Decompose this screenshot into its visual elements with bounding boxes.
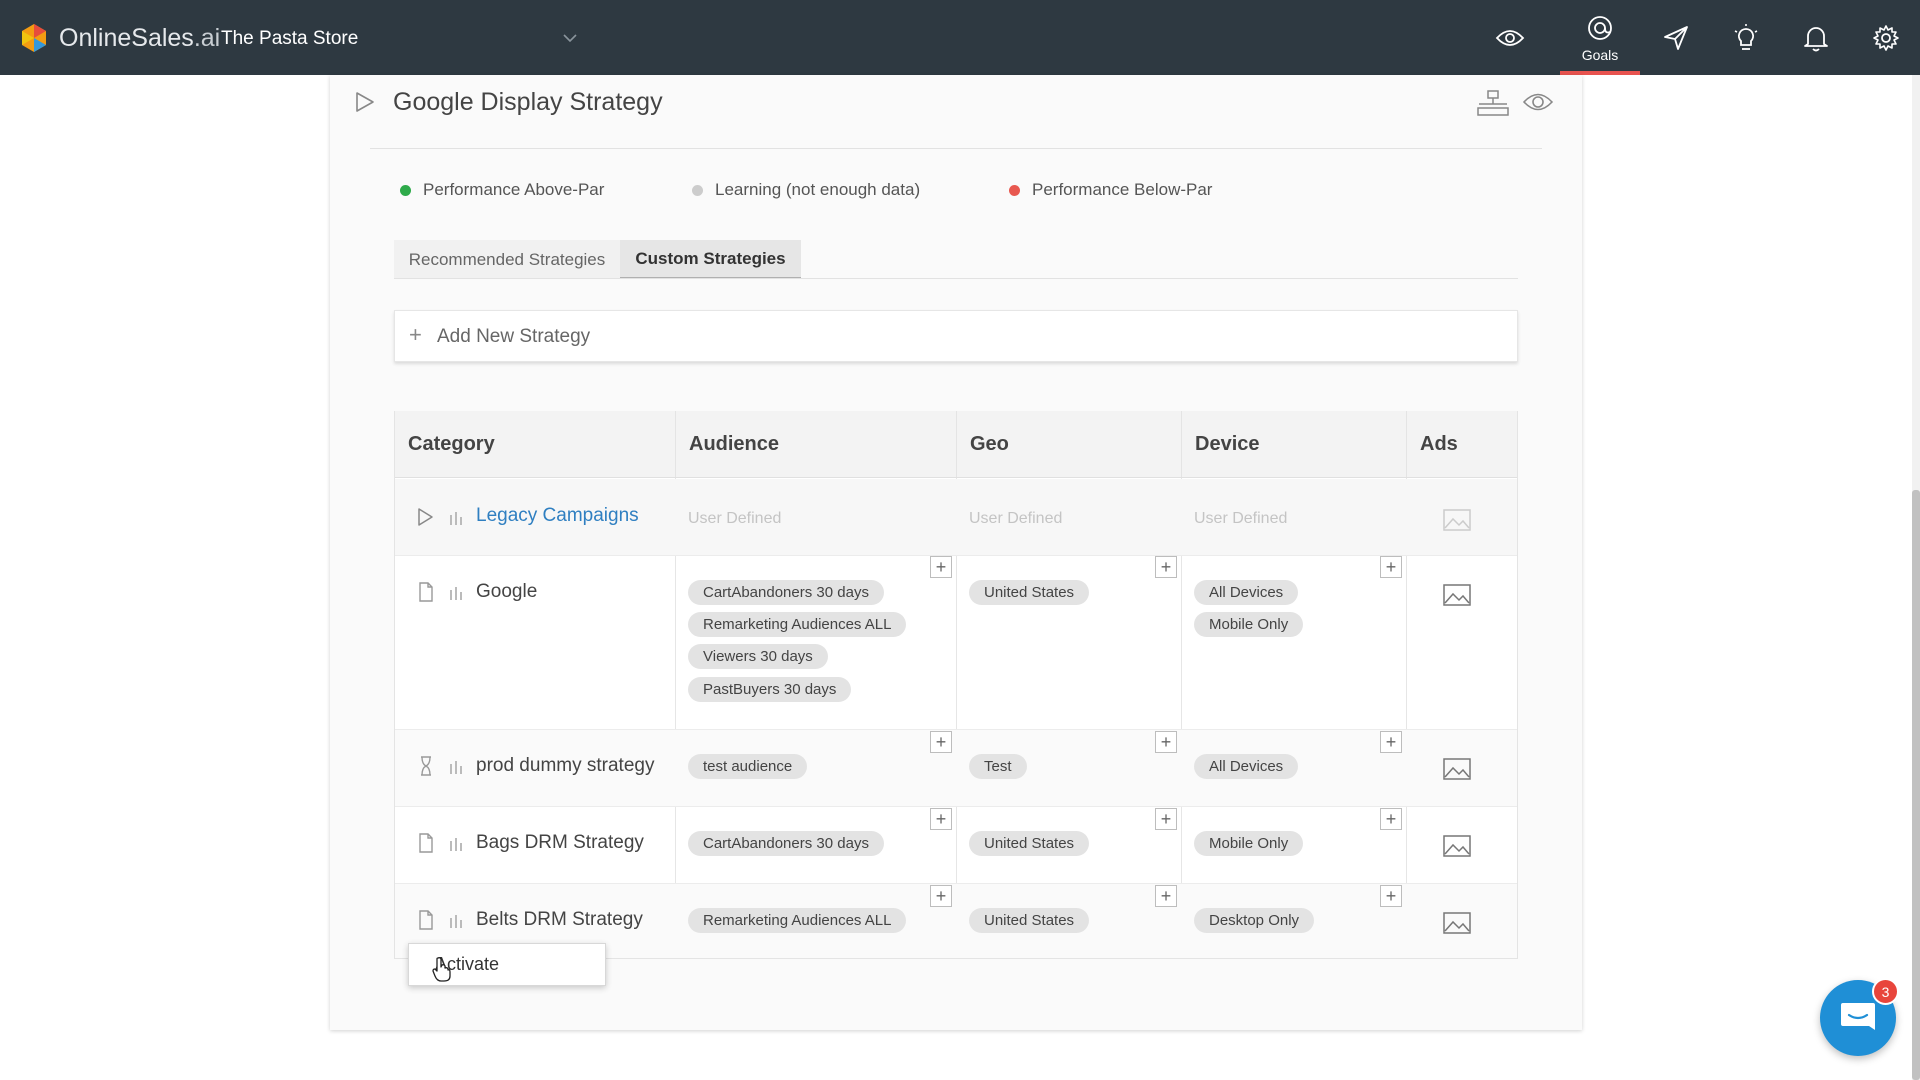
chat-notification-badge: 3 bbox=[1872, 978, 1899, 1005]
bar-chart-icon[interactable] bbox=[449, 914, 463, 928]
legacy-campaigns-link[interactable]: Legacy Campaigns bbox=[476, 505, 639, 527]
add-geo-button[interactable]: + bbox=[1155, 885, 1177, 907]
bar-chart-icon[interactable] bbox=[449, 586, 463, 600]
plus-icon: + bbox=[409, 322, 422, 347]
send-icon[interactable] bbox=[1660, 22, 1692, 54]
add-audience-button[interactable]: + bbox=[930, 808, 952, 830]
bell-icon[interactable] bbox=[1800, 22, 1832, 54]
expand-play-icon[interactable] bbox=[416, 507, 434, 527]
goals-target-icon bbox=[1588, 16, 1612, 40]
audience-chip[interactable]: Remarketing Audiences ALL bbox=[688, 612, 907, 637]
legacy-audience: User Defined bbox=[688, 510, 782, 527]
column-header-audience: Audience bbox=[676, 411, 957, 478]
collapse-play-icon[interactable] bbox=[352, 90, 376, 114]
row-divider bbox=[395, 806, 1517, 807]
device-chip[interactable]: Mobile Only bbox=[1194, 612, 1304, 637]
red-dot-icon bbox=[1009, 184, 1020, 196]
legend-below-par: Performance Below-Par bbox=[1009, 180, 1212, 200]
legend-learning: Learning (not enough data) bbox=[692, 180, 920, 200]
brand-name[interactable]: OnlineSales.ai bbox=[59, 24, 220, 53]
onlinesales-logo-icon[interactable] bbox=[18, 22, 50, 54]
bar-chart-icon[interactable] bbox=[449, 837, 463, 851]
add-device-button[interactable]: + bbox=[1380, 885, 1402, 907]
column-header-geo: Geo bbox=[957, 411, 1182, 478]
add-new-strategy-button[interactable]: + Add New Strategy bbox=[394, 310, 1518, 362]
store-selector[interactable]: The Pasta Store bbox=[221, 28, 358, 50]
audience-chip[interactable]: test audience bbox=[688, 754, 808, 779]
document-icon[interactable] bbox=[417, 833, 435, 853]
column-header-ads: Ads bbox=[1407, 411, 1517, 478]
grey-dot-icon bbox=[692, 184, 703, 196]
legacy-geo: User Defined bbox=[969, 510, 1063, 527]
bar-chart-icon[interactable] bbox=[449, 760, 463, 774]
chevron-down-icon[interactable] bbox=[562, 32, 578, 44]
bar-chart-icon[interactable] bbox=[449, 511, 463, 525]
add-audience-button[interactable]: + bbox=[930, 885, 952, 907]
row-divider bbox=[395, 555, 1517, 556]
image-icon[interactable] bbox=[1443, 757, 1471, 781]
header-divider bbox=[370, 148, 1542, 149]
add-audience-button[interactable]: + bbox=[930, 731, 952, 753]
add-device-button[interactable]: + bbox=[1380, 731, 1402, 753]
legacy-device: User Defined bbox=[1194, 510, 1288, 527]
geo-chip[interactable]: United States bbox=[969, 908, 1090, 933]
strategy-name[interactable]: prod dummy strategy bbox=[476, 755, 654, 777]
add-new-strategy-label: Add New Strategy bbox=[437, 326, 591, 347]
top-bar: OnlineSales.ai The Pasta Store Goals bbox=[0, 0, 1920, 75]
image-icon[interactable] bbox=[1443, 834, 1471, 858]
scrollbar-thumb[interactable] bbox=[1912, 490, 1920, 1080]
geo-chip[interactable]: United States bbox=[969, 580, 1090, 605]
add-geo-button[interactable]: + bbox=[1155, 731, 1177, 753]
strategy-name[interactable]: Bags DRM Strategy bbox=[476, 832, 644, 854]
geo-chip[interactable]: Test bbox=[969, 754, 1027, 779]
add-audience-button[interactable]: + bbox=[930, 556, 952, 578]
add-geo-button[interactable]: + bbox=[1155, 808, 1177, 830]
audience-chip[interactable]: Remarketing Audiences ALL bbox=[688, 908, 907, 933]
add-device-button[interactable]: + bbox=[1380, 556, 1402, 578]
hand-cursor-icon bbox=[432, 957, 451, 982]
device-chip[interactable]: Mobile Only bbox=[1194, 831, 1304, 856]
image-icon bbox=[1443, 509, 1471, 531]
audience-chip[interactable]: CartAbandoners 30 days bbox=[688, 831, 884, 856]
geo-chip[interactable]: United States bbox=[969, 831, 1090, 856]
legend-label: Performance Below-Par bbox=[1032, 180, 1213, 199]
nav-goals[interactable]: Goals bbox=[1560, 0, 1640, 75]
preview-eye-icon[interactable] bbox=[1494, 22, 1526, 54]
add-device-button[interactable]: + bbox=[1380, 808, 1402, 830]
legend-label: Performance Above-Par bbox=[423, 180, 605, 199]
audience-chip[interactable]: PastBuyers 30 days bbox=[688, 677, 852, 702]
add-geo-button[interactable]: + bbox=[1155, 556, 1177, 578]
device-chip[interactable]: All Devices bbox=[1194, 580, 1299, 605]
legend-label: Learning (not enough data) bbox=[715, 180, 921, 199]
hourglass-icon[interactable] bbox=[417, 756, 435, 776]
lightbulb-icon[interactable] bbox=[1730, 22, 1762, 54]
tab-custom-strategies[interactable]: Custom Strategies bbox=[620, 240, 801, 279]
hierarchy-icon[interactable] bbox=[1476, 88, 1510, 118]
strategy-name[interactable]: Belts DRM Strategy bbox=[476, 909, 643, 931]
column-header-device: Device bbox=[1182, 411, 1407, 478]
device-chip[interactable]: All Devices bbox=[1194, 754, 1299, 779]
brand-main: OnlineSales bbox=[59, 24, 194, 52]
eye-icon[interactable] bbox=[1522, 90, 1554, 114]
green-dot-icon bbox=[400, 184, 411, 196]
document-icon[interactable] bbox=[417, 910, 435, 930]
strategy-name[interactable]: Google bbox=[476, 581, 537, 603]
tab-recommended-strategies[interactable]: Recommended Strategies bbox=[394, 240, 620, 279]
gear-icon[interactable] bbox=[1870, 22, 1902, 54]
goals-label: Goals bbox=[1581, 47, 1619, 63]
tabs-divider bbox=[394, 278, 1518, 279]
strategy-title: Google Display Strategy bbox=[393, 88, 663, 116]
audience-chip[interactable]: Viewers 30 days bbox=[688, 644, 828, 669]
legend-above-par: Performance Above-Par bbox=[400, 180, 604, 200]
document-icon[interactable] bbox=[417, 582, 435, 602]
chat-bubble-icon bbox=[1841, 1003, 1875, 1030]
device-chip[interactable]: Desktop Only bbox=[1194, 908, 1315, 933]
column-header-category: Category bbox=[395, 411, 676, 478]
image-icon[interactable] bbox=[1443, 583, 1471, 607]
brand-suffix: .ai bbox=[193, 24, 221, 52]
image-icon[interactable] bbox=[1443, 911, 1471, 935]
audience-chip[interactable]: CartAbandoners 30 days bbox=[688, 580, 884, 605]
